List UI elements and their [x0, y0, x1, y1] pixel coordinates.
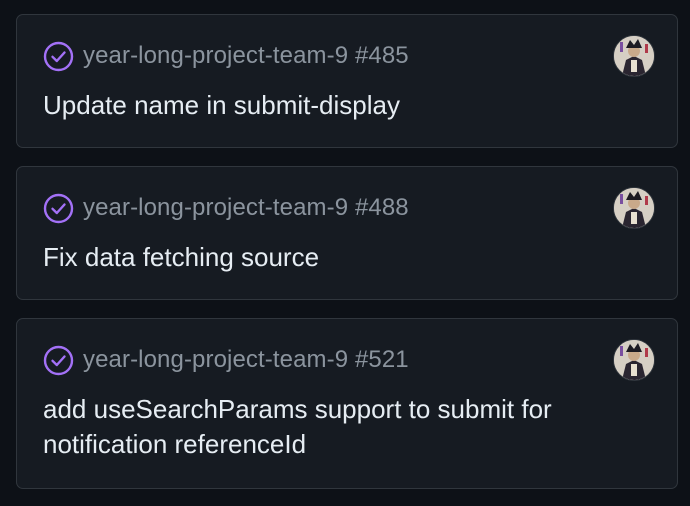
pull-request-title[interactable]: Update name in submit-display	[43, 88, 617, 123]
user-avatar[interactable]	[613, 187, 655, 229]
pull-request-number[interactable]: #521	[355, 346, 409, 373]
pull-request-card[interactable]: year-long-project-team-9 #521 add useSea…	[16, 318, 678, 489]
pull-request-number[interactable]: #488	[355, 194, 409, 221]
pull-request-meta: year-long-project-team-9 #488	[43, 192, 409, 224]
merged-check-circle-icon	[43, 345, 74, 376]
pull-request-list: year-long-project-team-9 #485 Update nam…	[0, 0, 690, 506]
merged-check-circle-icon	[43, 193, 74, 224]
repository-reference[interactable]: year-long-project-team-9 #488	[83, 194, 409, 222]
repository-name[interactable]: year-long-project-team-9	[83, 194, 348, 221]
merged-check-circle-icon	[43, 41, 74, 72]
pull-request-meta: year-long-project-team-9 #521	[43, 344, 409, 376]
pull-request-number[interactable]: #485	[355, 42, 409, 69]
pull-request-meta: year-long-project-team-9 #485	[43, 40, 409, 72]
repository-reference[interactable]: year-long-project-team-9 #521	[83, 346, 409, 374]
user-avatar[interactable]	[613, 35, 655, 77]
repository-name[interactable]: year-long-project-team-9	[83, 42, 348, 69]
pull-request-card[interactable]: year-long-project-team-9 #485 Update nam…	[16, 14, 678, 148]
pull-request-title[interactable]: Fix data fetching source	[43, 240, 617, 275]
repository-reference[interactable]: year-long-project-team-9 #485	[83, 42, 409, 70]
pull-request-card[interactable]: year-long-project-team-9 #488 Fix data f…	[16, 166, 678, 300]
pull-request-title[interactable]: add useSearchParams support to submit fo…	[43, 392, 617, 462]
repository-name[interactable]: year-long-project-team-9	[83, 346, 348, 373]
user-avatar[interactable]	[613, 339, 655, 381]
